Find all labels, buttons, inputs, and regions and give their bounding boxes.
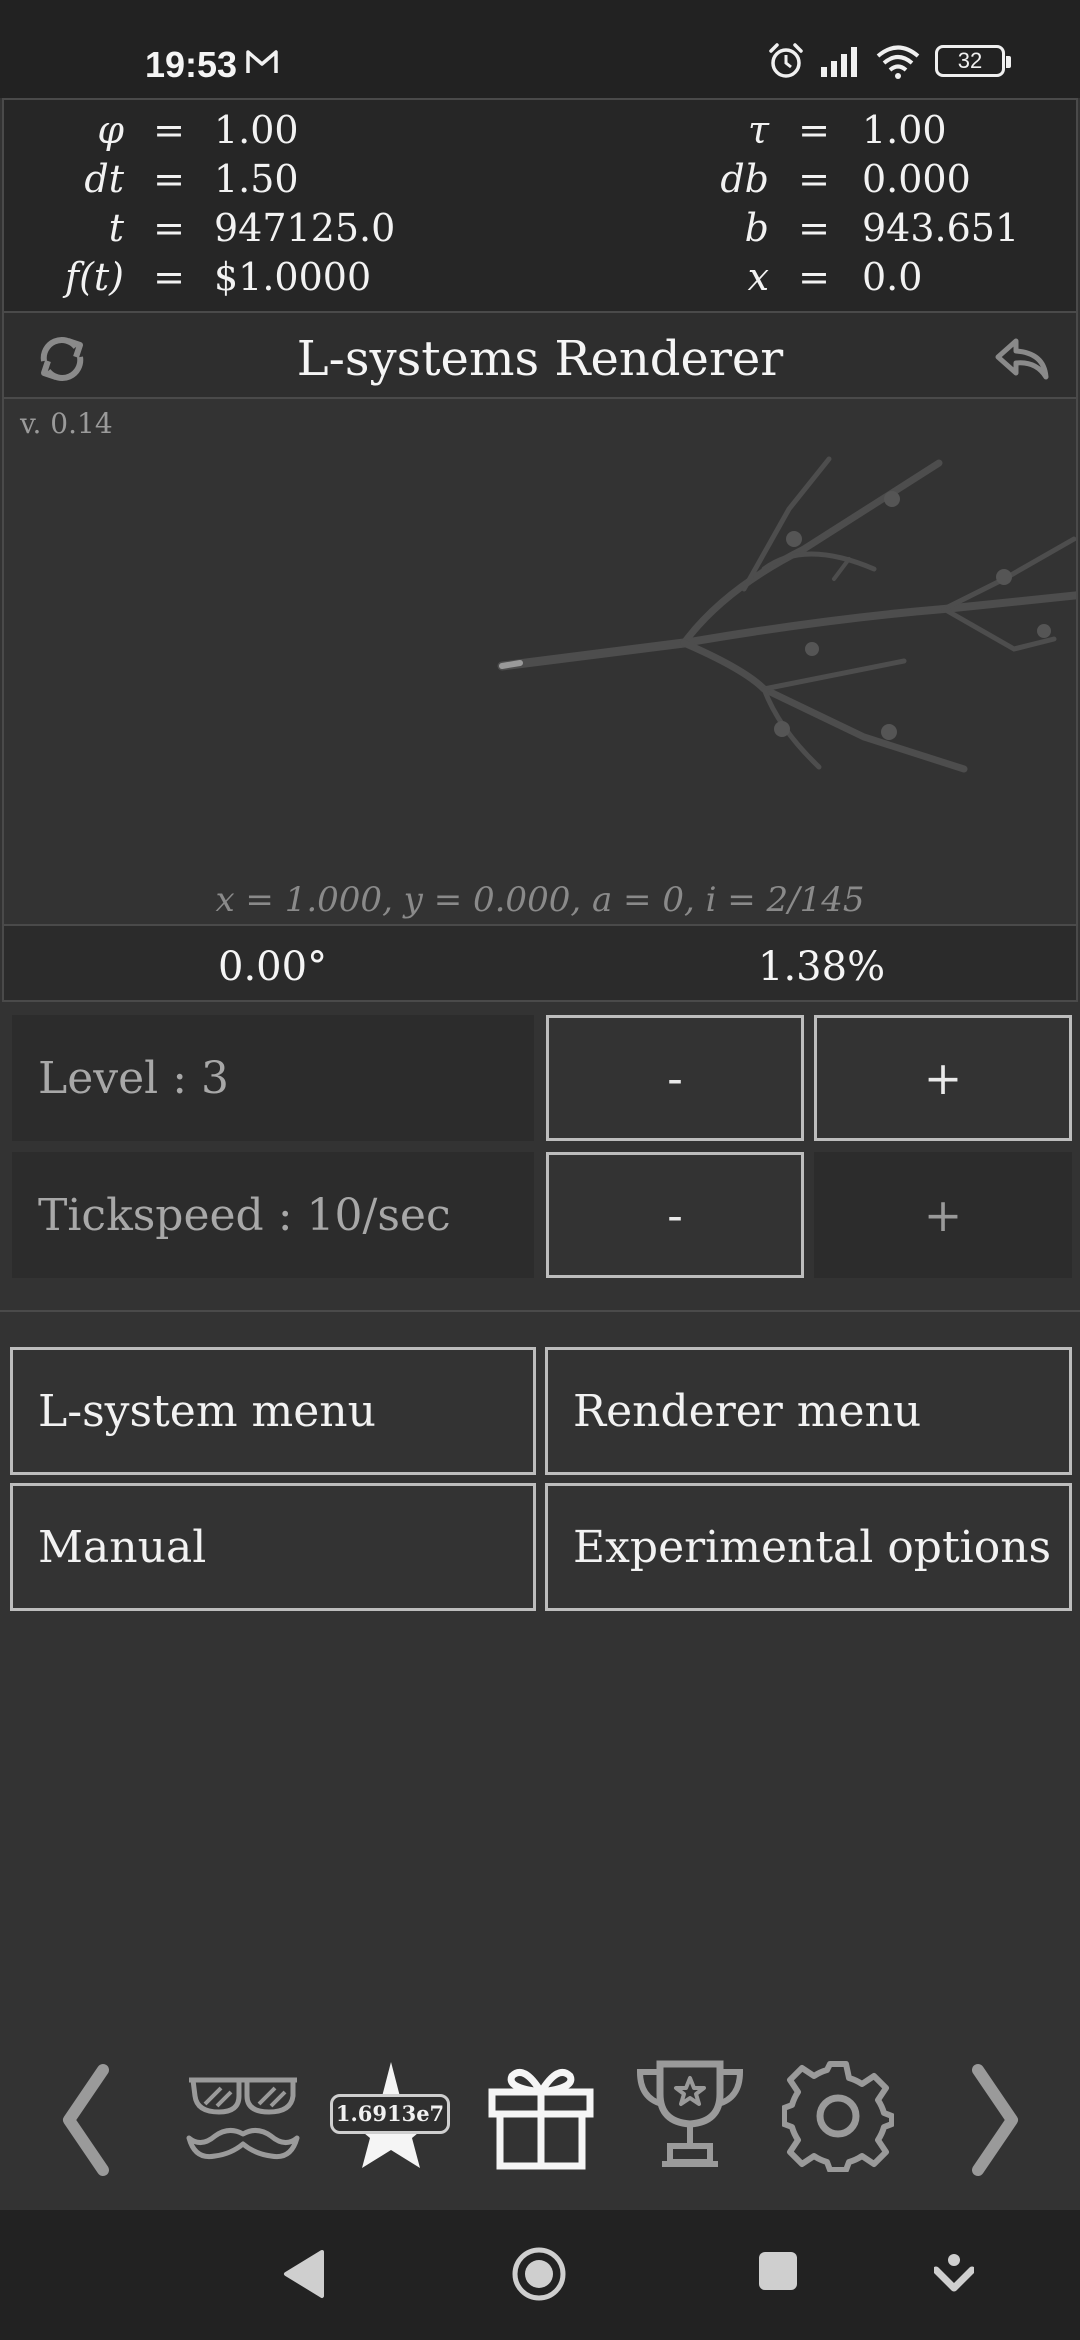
gear-icon[interactable] <box>782 2060 894 2172</box>
gmail-icon <box>246 50 278 73</box>
alarm-icon <box>769 43 803 78</box>
wifi-icon <box>876 45 920 79</box>
eq-dt-value: 1.50 <box>214 157 299 201</box>
disguise-icon[interactable] <box>185 2068 301 2168</box>
eq-t-equals: = <box>153 206 185 250</box>
equations-panel: φ = 1.00 dt = 1.50 t = 947125.0 f(t) = $… <box>2 98 1078 313</box>
eq-tau-value: 1.00 <box>862 108 947 152</box>
bottom-toolbar <box>0 2040 1080 2210</box>
title-bar: L-systems Renderer <box>2 313 1078 399</box>
eq-x-symbol: x <box>747 255 769 299</box>
stat-row: 0.00° 1.38% <box>2 924 1078 1002</box>
eq-b-equals: = <box>798 206 830 250</box>
eq-dt-equals: = <box>153 157 185 201</box>
eq-ft-symbol: f(t) <box>65 255 124 299</box>
render-canvas[interactable]: v. 0.14 x = 1.000, y = 0.000, a = 0, i =… <box>2 399 1078 924</box>
eq-phi-value: 1.00 <box>214 108 299 152</box>
eq-ft-equals: = <box>153 255 185 299</box>
level-plus-button[interactable]: + <box>814 1015 1072 1141</box>
level-minus-button[interactable]: - <box>546 1015 804 1141</box>
page-title: L-systems Renderer <box>296 331 784 387</box>
tickspeed-label: Tickspeed : 10/sec <box>12 1152 534 1278</box>
eq-ft-value: $1.0000 <box>214 255 372 299</box>
chevron-right-icon[interactable] <box>966 2060 1026 2180</box>
status-icons: 32 <box>767 42 1011 80</box>
tickspeed-minus-button[interactable]: - <box>546 1152 804 1278</box>
chevron-left-icon[interactable] <box>55 2060 115 2180</box>
eq-phi-symbol: φ <box>97 108 124 152</box>
eq-b-value: 943.651 <box>862 206 1020 250</box>
star-count-badge: 1.6913e7 <box>330 2094 450 2134</box>
eq-x-equals: = <box>798 255 830 299</box>
lsystem-tree-drawing <box>497 456 1076 773</box>
tickspeed-plus-button[interactable]: + <box>814 1152 1072 1278</box>
eq-x-value: 0.0 <box>862 255 923 299</box>
eq-tau-symbol: τ <box>747 108 769 152</box>
battery-icon: 32 <box>935 45 1011 77</box>
renderer-menu-button[interactable]: Renderer menu <box>545 1347 1072 1475</box>
gift-icon[interactable] <box>486 2062 596 2170</box>
home-icon[interactable] <box>511 2246 567 2302</box>
trophy-icon[interactable] <box>634 2058 746 2170</box>
eq-t-value: 947125.0 <box>214 206 396 250</box>
level-label: Level : 3 <box>12 1015 534 1141</box>
eq-b-symbol: b <box>744 206 769 250</box>
assistant-icon[interactable] <box>934 2252 974 2294</box>
eq-t-symbol: t <box>108 206 124 250</box>
divider <box>0 1310 1080 1312</box>
status-bar: 19:53 32 <box>0 0 1080 98</box>
eq-dt-symbol: dt <box>84 157 124 201</box>
manual-button[interactable]: Manual <box>10 1483 536 1611</box>
navigation-bar <box>0 2210 1080 2340</box>
recents-icon[interactable] <box>757 2250 799 2292</box>
eq-tau-equals: = <box>798 108 830 152</box>
status-time: 19:53 <box>145 44 238 85</box>
angle-value: 0.00° <box>218 944 328 990</box>
eq-phi-equals: = <box>153 108 185 152</box>
back-icon[interactable] <box>280 2248 326 2300</box>
turtle-coordinates: x = 1.000, y = 0.000, a = 0, i = 2/145 <box>215 880 865 920</box>
eq-db-symbol: db <box>720 157 769 201</box>
signal-icon <box>821 47 857 77</box>
progress-value: 1.38% <box>758 944 886 990</box>
eq-db-equals: = <box>798 157 830 201</box>
undo-icon[interactable] <box>992 331 1052 387</box>
experimental-options-button[interactable]: Experimental options <box>545 1483 1072 1611</box>
eq-db-value: 0.000 <box>862 157 971 201</box>
lsystem-menu-button[interactable]: L-system menu <box>10 1347 536 1475</box>
